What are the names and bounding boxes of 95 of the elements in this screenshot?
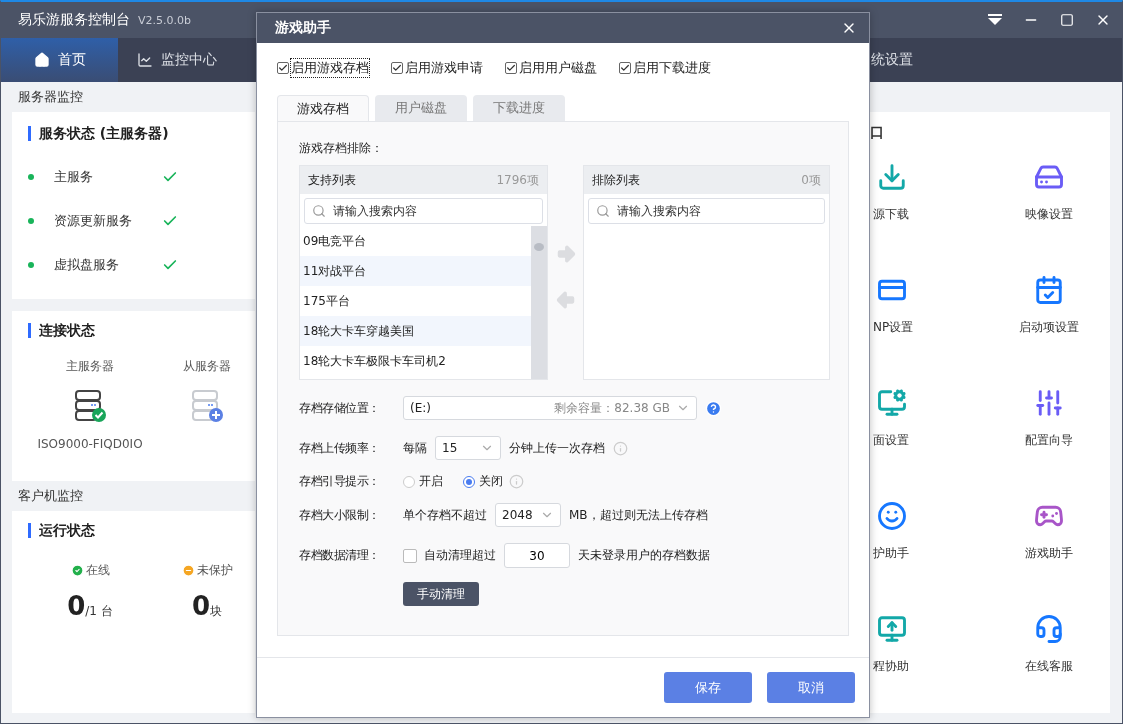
list-title: 排除列表 bbox=[592, 171, 640, 189]
form-label: 存档数据清理： bbox=[299, 547, 381, 564]
status-dot bbox=[28, 174, 34, 180]
checkbox[interactable] bbox=[277, 62, 289, 74]
entry-label[interactable]: 在线客服 bbox=[1025, 658, 1073, 675]
form-label: 存档上传频率： bbox=[299, 439, 381, 457]
radio-option[interactable]: 关闭 bbox=[463, 473, 503, 490]
stat-value: 0 bbox=[191, 591, 211, 621]
section-heading: 服务器监控 bbox=[17, 88, 84, 106]
item-count: 1796项 bbox=[496, 171, 539, 189]
stat-value: 0 bbox=[67, 591, 86, 621]
interval-select[interactable]: 15 bbox=[435, 436, 501, 460]
status-dot bbox=[28, 262, 34, 268]
remote-screen-icon[interactable] bbox=[877, 614, 907, 644]
form-label: 存档引导提示： bbox=[299, 473, 381, 490]
search-icon bbox=[312, 204, 326, 218]
server-label: 从服务器 bbox=[183, 358, 231, 375]
nav-tab[interactable]: 监控中心 bbox=[118, 38, 235, 82]
entry-label[interactable]: NP设置 bbox=[873, 319, 914, 336]
item-count: 0项 bbox=[801, 171, 821, 189]
maximize-icon[interactable] bbox=[1058, 11, 1076, 29]
prefix-text: 每隔 bbox=[403, 439, 427, 457]
clean-button[interactable]: 手动清理 bbox=[403, 582, 479, 606]
status-dot bbox=[28, 218, 34, 224]
search-field[interactable]: 请输入搜索内容 bbox=[588, 198, 825, 224]
cancel-button[interactable]: 取消 bbox=[767, 672, 855, 703]
radio-option[interactable]: 开启 bbox=[403, 473, 443, 490]
form-label: 存档大小限制： bbox=[299, 506, 381, 524]
entry-label[interactable]: 护助手 bbox=[873, 545, 909, 562]
stat-label: 在线 bbox=[70, 562, 110, 579]
online-icon bbox=[70, 564, 84, 577]
storage-select[interactable]: (E:) 剩余容量：82.38 GB bbox=[403, 396, 697, 420]
entry-label[interactable]: 面设置 bbox=[873, 432, 909, 449]
days-field[interactable]: 30 bbox=[504, 543, 570, 568]
suffix-text: MB，超过则无法上传存档 bbox=[569, 506, 708, 524]
entry-label[interactable]: 程协助 bbox=[873, 658, 909, 675]
checkbox-label[interactable]: 启用用户磁盘 bbox=[519, 59, 597, 77]
list-item[interactable]: 18轮大卡车极限卡车司机2 bbox=[300, 346, 531, 376]
stat-unit: /1 台 bbox=[85, 604, 113, 620]
download-icon[interactable] bbox=[877, 162, 907, 192]
help-icon[interactable] bbox=[705, 399, 722, 417]
entry-label[interactable]: 映像设置 bbox=[1025, 206, 1073, 223]
server-add-icon[interactable] bbox=[190, 389, 224, 423]
stat-label: 未保护 bbox=[181, 562, 233, 579]
tab[interactable]: 下载进度 bbox=[473, 95, 565, 121]
tab[interactable]: 游戏存档 bbox=[277, 95, 369, 121]
server-label: 主服务器 bbox=[66, 358, 114, 375]
search-field[interactable]: 请输入搜索内容 bbox=[304, 198, 543, 224]
service-name: 资源更新服务 bbox=[54, 212, 133, 230]
scrollbar[interactable] bbox=[531, 226, 547, 379]
service-name: 主服务 bbox=[54, 168, 94, 186]
list-item[interactable]: 175平台 bbox=[300, 286, 531, 316]
chart-icon bbox=[136, 52, 153, 68]
list-item[interactable]: 18轮大卡车穿越美国 bbox=[300, 316, 531, 346]
checkbox[interactable] bbox=[403, 548, 417, 563]
section-heading: 客户机监控 bbox=[17, 487, 84, 505]
app-title: 易乐游服务控制台 bbox=[18, 11, 130, 29]
card-title: 口 bbox=[869, 124, 885, 142]
suffix-text: 天未登录用户的存档数据 bbox=[578, 547, 710, 564]
entry-label[interactable]: 源下载 bbox=[873, 206, 909, 223]
checkbox-label[interactable]: 启用游戏申请 bbox=[405, 59, 483, 77]
suffix-text: 分钟上传一次存档 bbox=[509, 439, 605, 457]
monitor-gear-icon[interactable] bbox=[877, 388, 907, 418]
nav-tab[interactable]: 首页 bbox=[1, 38, 118, 82]
form-label: 存档存储位置： bbox=[299, 399, 381, 417]
section-label: 游戏存档排除： bbox=[299, 140, 384, 157]
version-label: V2.5.0.0b bbox=[138, 13, 191, 27]
size-select[interactable]: 2048 bbox=[495, 503, 561, 527]
checkbox[interactable] bbox=[391, 62, 403, 74]
checkbox[interactable] bbox=[505, 62, 517, 74]
stat-unit: 块 bbox=[210, 604, 223, 620]
list-title: 支持列表 bbox=[308, 171, 356, 189]
sliders-icon[interactable] bbox=[1034, 388, 1064, 418]
nav-tab[interactable]: 统设置 bbox=[871, 51, 913, 69]
checkbox-label[interactable]: 启用游戏存档 bbox=[291, 59, 369, 77]
checkbox-label[interactable]: 自动清理超过 bbox=[424, 547, 496, 564]
list-item[interactable]: 11对战平台 bbox=[300, 256, 531, 286]
home-icon bbox=[33, 52, 50, 68]
entry-label[interactable]: 配置向导 bbox=[1025, 432, 1073, 449]
entry-label[interactable]: 游戏助手 bbox=[1025, 545, 1073, 562]
server-name: ISO9000-FIQD0IO bbox=[37, 437, 143, 451]
dialog-title: 游戏助手 bbox=[275, 19, 331, 37]
warning-icon bbox=[181, 564, 195, 577]
list-item[interactable]: 09电竞平台 bbox=[300, 226, 531, 256]
save-button[interactable]: 保存 bbox=[664, 672, 752, 703]
prefix-text: 单个存档不超过 bbox=[403, 506, 487, 524]
checkbox-label[interactable]: 启用下载进度 bbox=[633, 59, 711, 77]
search-icon bbox=[596, 204, 610, 218]
calendar-icon[interactable] bbox=[1034, 275, 1064, 305]
entry-label[interactable]: 启动项设置 bbox=[1019, 319, 1079, 336]
checkbox[interactable] bbox=[619, 62, 631, 74]
headset-icon[interactable] bbox=[1034, 614, 1064, 644]
smiley-icon[interactable] bbox=[877, 501, 907, 531]
service-name: 虚拟盘服务 bbox=[54, 256, 120, 274]
tab[interactable]: 用户磁盘 bbox=[375, 95, 467, 121]
